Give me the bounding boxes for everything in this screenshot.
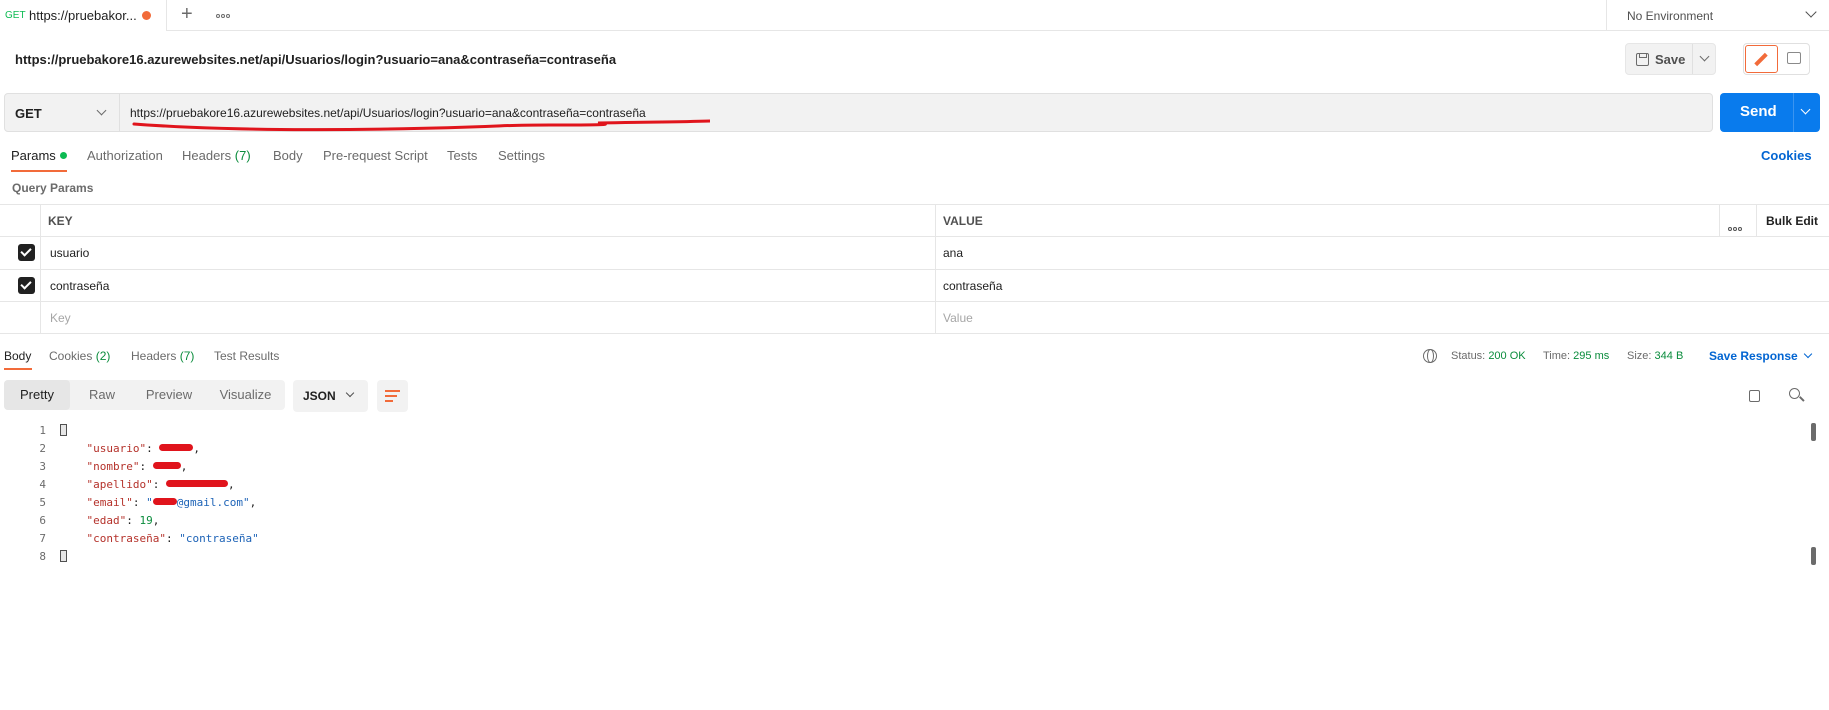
code-line xyxy=(60,550,67,563)
redaction-mark xyxy=(159,444,194,451)
scrollbar-thumb[interactable] xyxy=(1811,423,1816,441)
format-select[interactable]: JSON xyxy=(293,380,368,412)
chevron-down-icon[interactable] xyxy=(1803,349,1813,359)
view-pretty-button[interactable]: Pretty xyxy=(4,380,70,410)
edit-mode-button[interactable] xyxy=(1745,45,1778,73)
response-body-viewer[interactable]: 1 2 3 4 5 6 7 8 "usuario": , "nombre": ,… xyxy=(0,422,1829,710)
response-tab-headers[interactable]: Headers (7) xyxy=(131,349,194,363)
param-key[interactable]: contraseña xyxy=(50,279,109,293)
tab-authorization[interactable]: Authorization xyxy=(87,148,163,163)
size-readout: Size: 344 B xyxy=(1627,350,1684,362)
chevron-down-icon xyxy=(345,388,355,398)
save-label: Save xyxy=(1655,52,1686,67)
param-key[interactable]: usuario xyxy=(50,246,89,260)
send-label: Send xyxy=(1740,103,1777,120)
view-visualize-button[interactable]: Visualize xyxy=(208,380,283,410)
status-readout: Status: 200 OK xyxy=(1451,350,1526,362)
format-label: JSON xyxy=(303,389,336,403)
method-label: GET xyxy=(15,106,42,121)
mode-toggle xyxy=(1743,43,1810,75)
line-number: 2 xyxy=(39,442,46,455)
scrollbar-thumb[interactable] xyxy=(1811,547,1816,565)
save-options-chevron-icon[interactable] xyxy=(1699,51,1710,62)
view-raw-button[interactable]: Raw xyxy=(72,380,132,410)
fold-icon[interactable] xyxy=(60,424,67,436)
line-number: 1 xyxy=(39,424,46,437)
redaction-mark xyxy=(165,480,228,487)
fold-icon[interactable] xyxy=(60,550,67,562)
response-tab-cookies[interactable]: Cookies (2) xyxy=(49,349,110,363)
code-line: "apellido": , xyxy=(86,478,235,491)
query-params-table: KEY VALUE Bulk Edit usuario ana contrase… xyxy=(0,204,1829,337)
line-number: 4 xyxy=(39,478,46,491)
new-param-key-input[interactable]: Key xyxy=(50,311,71,325)
send-button[interactable]: Send xyxy=(1720,93,1820,132)
comment-icon[interactable] xyxy=(1787,52,1801,64)
more-options-icon[interactable] xyxy=(1728,219,1743,234)
environment-selector[interactable]: No Environment xyxy=(1606,0,1829,31)
param-value[interactable]: contraseña xyxy=(943,279,1002,293)
code-line xyxy=(60,424,67,437)
query-params-title: Query Params xyxy=(12,181,94,195)
code-line: "usuario": , xyxy=(86,442,200,455)
line-number: 7 xyxy=(39,532,46,545)
method-select[interactable]: GET xyxy=(4,93,120,132)
pencil-icon xyxy=(1754,52,1768,67)
line-number: 5 xyxy=(39,496,46,509)
new-param-value-input[interactable]: Value xyxy=(943,311,973,325)
code-line: "email": " @gmail.com", xyxy=(86,496,257,509)
line-number: 6 xyxy=(39,514,46,527)
tab-tests[interactable]: Tests xyxy=(447,148,477,163)
code-line: "contraseña": "contraseña" xyxy=(86,532,259,545)
tab-method-label: GET xyxy=(5,10,26,21)
time-readout: Time: 295 ms xyxy=(1543,350,1610,362)
cookies-link[interactable]: Cookies xyxy=(1761,148,1812,163)
unsaved-dot-icon xyxy=(142,11,151,20)
line-number: 3 xyxy=(39,460,46,473)
params-active-dot-icon xyxy=(59,152,67,159)
save-button[interactable]: Save xyxy=(1625,43,1716,75)
wrap-lines-icon[interactable] xyxy=(377,380,408,412)
request-name[interactable]: https://pruebakore16.azurewebsites.net/a… xyxy=(15,52,616,67)
environment-label: No Environment xyxy=(1627,9,1714,23)
tab-body[interactable]: Body xyxy=(273,148,303,163)
view-mode-group: Pretty Raw Preview Visualize xyxy=(4,380,285,410)
red-underline-annotation xyxy=(132,119,710,132)
tab-prerequest-script[interactable]: Pre-request Script xyxy=(323,148,428,163)
save-response-button[interactable]: Save Response xyxy=(1709,349,1798,363)
new-tab-plus-icon[interactable]: + xyxy=(181,2,193,26)
tab-params[interactable]: Params xyxy=(11,148,67,163)
chevron-down-icon xyxy=(1805,6,1817,18)
column-header-key: KEY xyxy=(48,214,73,228)
response-tab-test-results[interactable]: Test Results xyxy=(214,349,279,363)
save-icon xyxy=(1636,53,1649,66)
redaction-mark xyxy=(152,462,181,469)
more-tabs-icon[interactable] xyxy=(216,6,231,21)
redaction-mark xyxy=(152,498,177,505)
tab-strip: GET https://pruebakor... + No Environmen… xyxy=(0,0,1829,31)
code-line: "nombre": , xyxy=(86,460,188,473)
send-options-chevron-icon[interactable] xyxy=(1800,104,1811,115)
chevron-down-icon xyxy=(96,105,107,116)
copy-icon[interactable] xyxy=(1745,386,1760,402)
param-enabled-checkbox[interactable] xyxy=(18,277,35,294)
column-header-value: VALUE xyxy=(943,214,983,228)
line-number: 8 xyxy=(39,550,46,563)
param-enabled-checkbox[interactable] xyxy=(18,244,35,261)
param-value[interactable]: ana xyxy=(943,246,963,260)
request-tab[interactable]: GET https://pruebakor... xyxy=(0,0,167,31)
response-tab-body[interactable]: Body xyxy=(4,349,31,363)
globe-icon[interactable] xyxy=(1423,349,1437,363)
search-icon[interactable] xyxy=(1789,388,1800,399)
tab-settings[interactable]: Settings xyxy=(498,148,545,163)
code-line: "edad": 19, xyxy=(86,514,160,527)
tab-title: https://pruebakor... xyxy=(29,8,137,23)
tab-headers[interactable]: Headers (7) xyxy=(182,148,251,163)
view-preview-button[interactable]: Preview xyxy=(134,380,204,410)
bulk-edit-button[interactable]: Bulk Edit xyxy=(1766,214,1818,228)
